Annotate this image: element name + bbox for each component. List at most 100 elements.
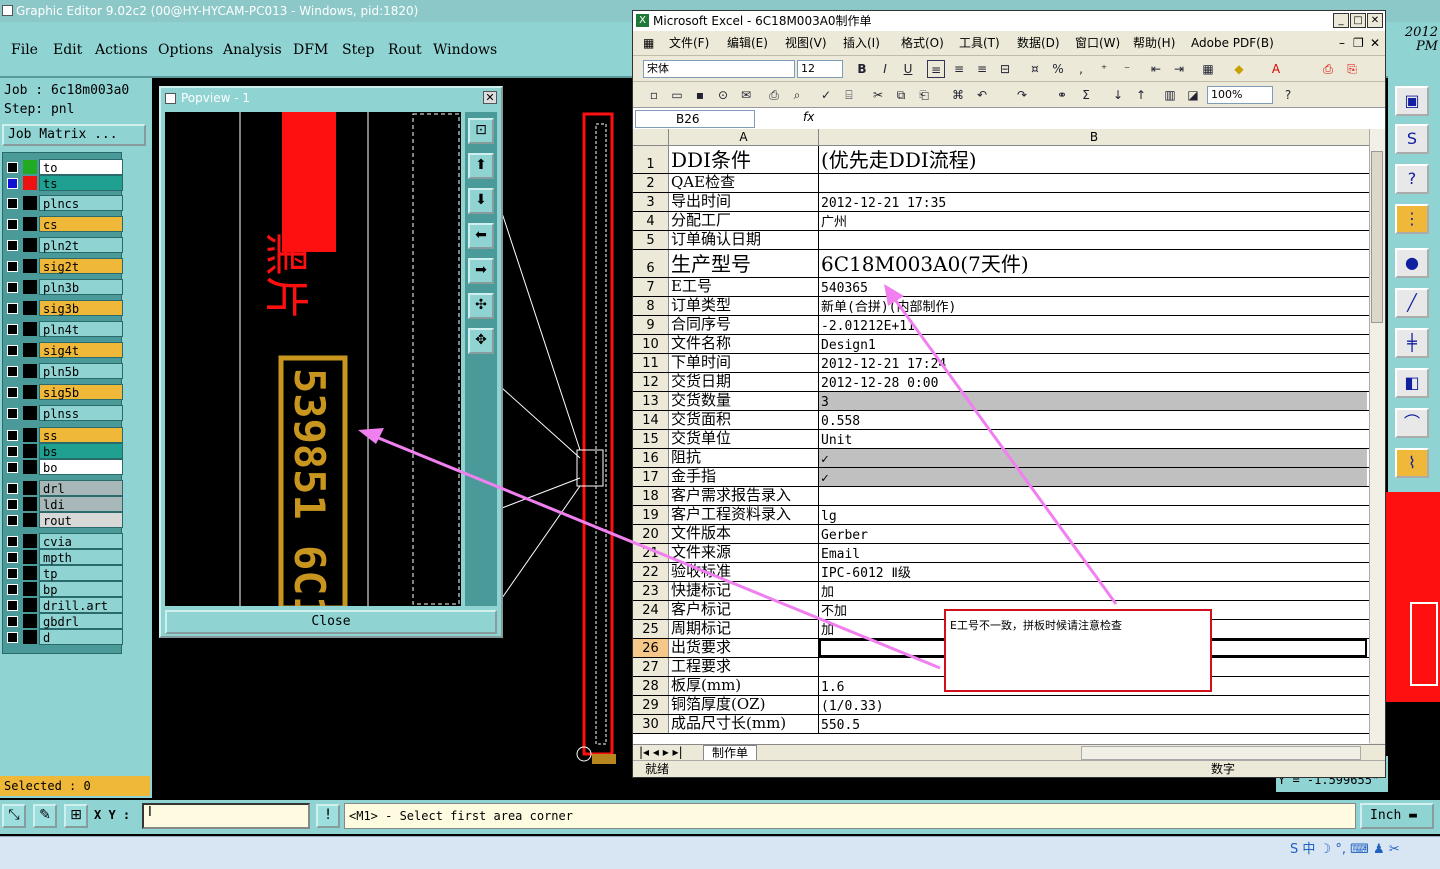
- cell-b[interactable]: (优先走DDI流程): [819, 146, 1367, 173]
- menu-actions[interactable]: Actions: [95, 42, 148, 58]
- cell-b[interactable]: Unit: [819, 430, 1367, 448]
- layer-name[interactable]: pln4t: [39, 321, 123, 337]
- row-number[interactable]: 25: [633, 620, 669, 638]
- row-number[interactable]: 9: [633, 316, 669, 334]
- pan-left-icon[interactable]: ⬅: [468, 223, 494, 249]
- xy-input[interactable]: I: [142, 803, 310, 829]
- row-number[interactable]: 11: [633, 354, 669, 372]
- layer-checkbox[interactable]: [7, 515, 18, 526]
- cell-a[interactable]: 交货数量: [669, 392, 819, 410]
- line-icon[interactable]: ╱: [1395, 288, 1429, 318]
- layer-checkbox[interactable]: [7, 462, 18, 473]
- zoom-select[interactable]: 100%: [1207, 86, 1273, 104]
- spelling-icon[interactable]: ✓: [817, 86, 835, 104]
- pdf-icon[interactable]: ⎙: [1319, 60, 1337, 78]
- hyperlink-icon[interactable]: ⚭: [1053, 86, 1071, 104]
- layer-name[interactable]: mpth: [39, 549, 123, 565]
- cell-a[interactable]: 板厚(mm): [669, 677, 819, 695]
- new-icon[interactable]: ▫: [645, 86, 663, 104]
- percent-icon[interactable]: %: [1049, 60, 1067, 78]
- chart-icon[interactable]: ▥: [1161, 86, 1179, 104]
- outdent-icon[interactable]: ⇤: [1147, 60, 1165, 78]
- name-box[interactable]: B26: [635, 110, 755, 128]
- layer-checkbox[interactable]: [7, 536, 18, 547]
- help-icon[interactable]: ?: [1279, 86, 1297, 104]
- doc-restore-icon[interactable]: ❐: [1353, 33, 1364, 53]
- copy-icon[interactable]: ⧉: [892, 86, 910, 104]
- layer-checkbox[interactable]: [7, 584, 18, 595]
- indent-icon[interactable]: ⇥: [1170, 60, 1188, 78]
- cell-a[interactable]: 成品尺寸长(mm): [669, 715, 819, 733]
- cell-a[interactable]: 合同序号: [669, 316, 819, 334]
- layer-name[interactable]: sig4t: [39, 342, 123, 358]
- cell-a[interactable]: E工号: [669, 278, 819, 296]
- layer-checkbox[interactable]: [7, 366, 18, 377]
- cell-a[interactable]: 导出时间: [669, 193, 819, 211]
- menu-dfm[interactable]: DFM: [293, 42, 328, 58]
- layer-checkbox[interactable]: [7, 446, 18, 457]
- row-number[interactable]: 23: [633, 582, 669, 600]
- row-number[interactable]: 8: [633, 297, 669, 315]
- layer-row-tp[interactable]: tp: [5, 565, 123, 581]
- redo-icon[interactable]: ↷: [1013, 86, 1031, 104]
- layer-row-pln4t[interactable]: pln4t: [5, 321, 123, 337]
- cell-b[interactable]: 2012-12-28 0:00: [819, 373, 1367, 391]
- doc-close-icon[interactable]: ✕: [1370, 33, 1380, 53]
- row-number[interactable]: 22: [633, 563, 669, 581]
- sort-desc-icon[interactable]: ↑: [1132, 86, 1150, 104]
- layer-name[interactable]: ldi: [39, 496, 123, 512]
- layer-name[interactable]: d: [39, 629, 123, 645]
- layer-checkbox[interactable]: [7, 324, 18, 335]
- cell-b[interactable]: [819, 231, 1367, 249]
- row-number[interactable]: 14: [633, 411, 669, 429]
- layer-checkbox[interactable]: [7, 261, 18, 272]
- user-icon[interactable]: ♟: [1373, 842, 1385, 857]
- pdf-mail-icon[interactable]: ⎘: [1343, 60, 1361, 78]
- horizontal-scrollbar[interactable]: [1081, 746, 1361, 760]
- layer-row-plncs[interactable]: plncs: [5, 195, 123, 211]
- paste-icon[interactable]: ⎗: [915, 86, 933, 104]
- popview-canvas[interactable]: 黑片 539851 6C18M0: [165, 112, 461, 606]
- cell-a[interactable]: 阻抗: [669, 449, 819, 467]
- cell-a[interactable]: 验收标准: [669, 563, 819, 581]
- cell-a[interactable]: 交货面积: [669, 411, 819, 429]
- row-number[interactable]: 17: [633, 468, 669, 486]
- layer-row-rout[interactable]: rout: [5, 512, 123, 528]
- zoom-box-icon[interactable]: ▣: [1395, 86, 1429, 116]
- cell-a[interactable]: 周期标记: [669, 620, 819, 638]
- layer-row-d[interactable]: d: [5, 629, 123, 645]
- row-number[interactable]: 20: [633, 525, 669, 543]
- select-all-corner[interactable]: [633, 129, 669, 146]
- row-number[interactable]: 3: [633, 193, 669, 211]
- pan-right-icon[interactable]: ➡: [468, 258, 494, 284]
- layer-checkbox[interactable]: [7, 568, 18, 579]
- layer-name[interactable]: cs: [39, 216, 123, 232]
- underline-icon[interactable]: U: [899, 60, 917, 78]
- cell-a[interactable]: 客户标记: [669, 601, 819, 619]
- close-icon[interactable]: ✕: [1367, 13, 1383, 28]
- row-number[interactable]: 1: [633, 146, 669, 173]
- excel-menu-tools[interactable]: 工具(T): [959, 33, 1000, 53]
- layer-checkbox[interactable]: [7, 198, 18, 209]
- mail-icon[interactable]: ✉: [737, 86, 755, 104]
- keyboard-icon[interactable]: ⌨: [1350, 842, 1369, 857]
- layer-row-bp[interactable]: bp: [5, 581, 123, 597]
- cell-b[interactable]: -2.01212E+11: [819, 316, 1367, 334]
- menu-edit[interactable]: Edit: [53, 42, 82, 58]
- menu-rout[interactable]: Rout: [388, 42, 422, 58]
- layer-name[interactable]: bo: [39, 459, 123, 475]
- drawing-icon[interactable]: ◪: [1184, 86, 1202, 104]
- italic-icon[interactable]: I: [876, 60, 894, 78]
- layer-row-cvia[interactable]: cvia: [5, 533, 123, 549]
- sogou-icon[interactable]: S: [1290, 842, 1298, 857]
- cell-b[interactable]: 0.558: [819, 411, 1367, 429]
- layer-row-sig5b[interactable]: sig5b: [5, 384, 123, 400]
- row-number[interactable]: 26: [633, 639, 669, 657]
- menu-options[interactable]: Options: [158, 42, 213, 58]
- menu-step[interactable]: Step: [342, 42, 374, 58]
- cell-b[interactable]: [819, 174, 1367, 192]
- layer-name[interactable]: plncs: [39, 195, 123, 211]
- layer-name[interactable]: cvia: [39, 533, 123, 549]
- row-number[interactable]: 30: [633, 715, 669, 733]
- minimize-icon[interactable]: _: [1333, 13, 1349, 28]
